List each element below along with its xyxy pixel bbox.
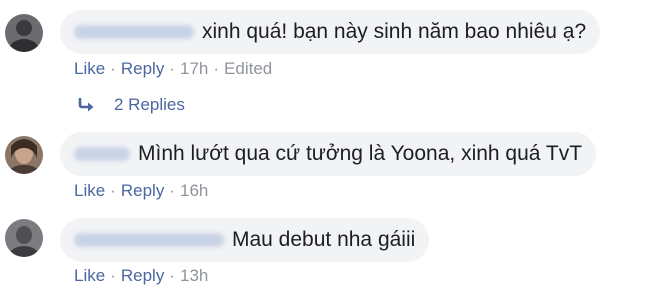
- avatar[interactable]: [5, 136, 43, 174]
- comment-actions: Like · Reply · 13h: [74, 266, 208, 286]
- edited-label[interactable]: Edited: [224, 59, 272, 78]
- author-name[interactable]: [74, 25, 194, 39]
- separator: ·: [110, 266, 116, 285]
- reply-button[interactable]: Reply: [121, 59, 164, 78]
- comment-bubble: Mau debut nha gáiii: [60, 218, 430, 262]
- separator: ·: [169, 181, 175, 200]
- like-button[interactable]: Like: [74, 181, 105, 200]
- reply-arrow-icon: [78, 98, 94, 112]
- view-replies-link[interactable]: 2 Replies: [78, 95, 185, 115]
- avatar[interactable]: [5, 14, 43, 52]
- profile-photo-icon: [5, 14, 43, 52]
- author-name[interactable]: [74, 233, 224, 247]
- comment-text: xinh quá! bạn này sinh năm bao nhiêu ạ?: [202, 20, 587, 43]
- comment-bubble: Mình lướt qua cứ tưởng là Yoona, xinh qu…: [60, 132, 597, 176]
- like-button[interactable]: Like: [74, 266, 105, 285]
- timestamp[interactable]: 17h: [180, 59, 208, 78]
- profile-photo-icon: [5, 219, 43, 257]
- comment-actions: Like · Reply · 17h · Edited: [74, 59, 272, 79]
- separator: ·: [110, 181, 116, 200]
- separator: ·: [213, 59, 220, 78]
- profile-photo-icon: [5, 136, 43, 174]
- comment-text: Mình lướt qua cứ tưởng là Yoona, xinh qu…: [138, 142, 583, 165]
- timestamp[interactable]: 16h: [180, 181, 208, 200]
- separator: ·: [169, 266, 175, 285]
- separator: ·: [169, 59, 175, 78]
- reply-button[interactable]: Reply: [121, 181, 164, 200]
- timestamp[interactable]: 13h: [180, 266, 208, 285]
- comment-text: Mau debut nha gáiii: [232, 228, 416, 251]
- like-button[interactable]: Like: [74, 59, 105, 78]
- comment-bubble: xinh quá! bạn này sinh năm bao nhiêu ạ?: [60, 10, 601, 54]
- author-name[interactable]: [74, 147, 130, 161]
- replies-count-label: 2 Replies: [114, 95, 185, 114]
- comment-actions: Like · Reply · 16h: [74, 181, 208, 201]
- separator: ·: [110, 59, 116, 78]
- avatar[interactable]: [5, 219, 43, 257]
- reply-button[interactable]: Reply: [121, 266, 164, 285]
